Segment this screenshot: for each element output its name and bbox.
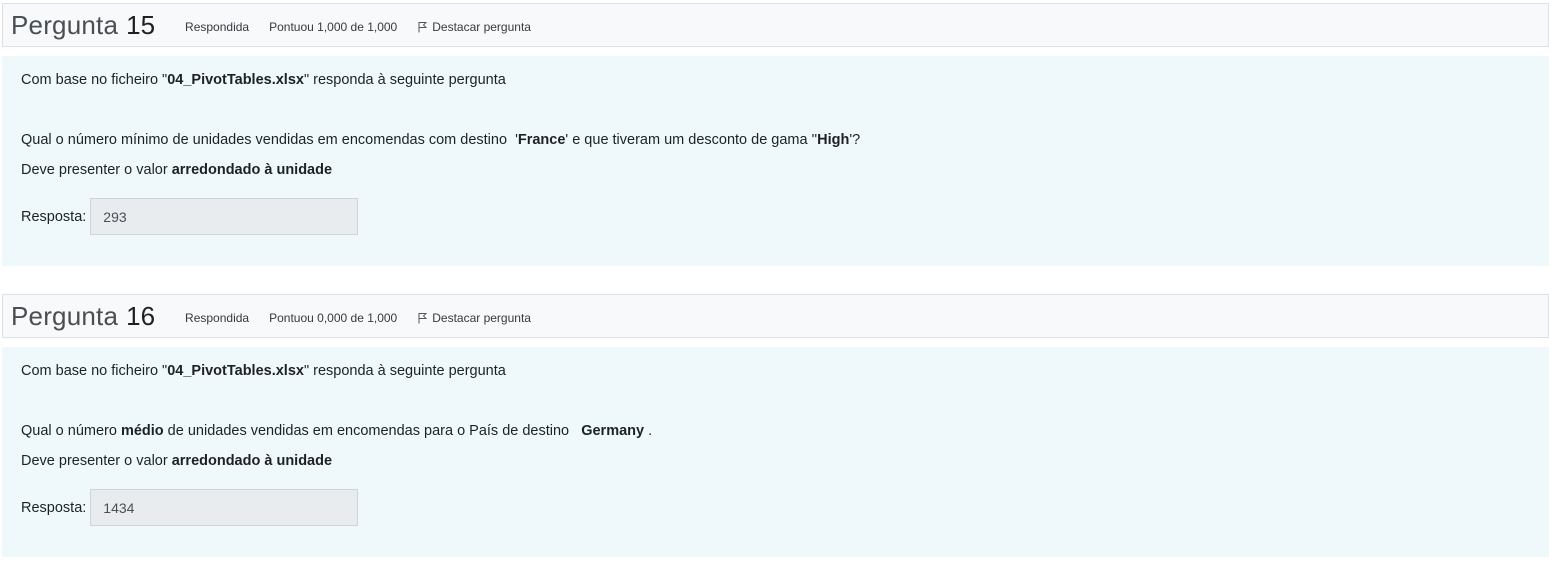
intro-text: Com base no ficheiro "	[21, 72, 168, 88]
rounding-text: Deve presenter o valor	[21, 162, 172, 178]
question-bold-part: France	[517, 132, 566, 148]
intro-text: Com base no ficheiro "	[21, 363, 168, 379]
question-title: Pergunta	[11, 301, 119, 331]
answer-label: Resposta:	[21, 499, 87, 516]
rounding-text: Deve presenter o valor	[21, 453, 172, 469]
question-number: 16	[126, 300, 156, 331]
flag-icon	[418, 22, 428, 33]
question-bold-part: Germany	[581, 423, 645, 439]
intro-text-end: " responda à seguinte pergunta	[303, 363, 506, 379]
flag-question-button[interactable]: Destacar pergunta	[417, 20, 531, 34]
question-15: Pergunta 15 Respondida Pontuou 1,000 de …	[2, 3, 1549, 266]
question-number: 15	[126, 9, 156, 40]
question-content: Com base no ficheiro "04_PivotTables.xls…	[2, 56, 1549, 266]
answer-row: Resposta:	[21, 198, 1530, 235]
question-status: Respondida	[185, 20, 250, 34]
rounding-bold: arredondado à unidade	[171, 453, 333, 469]
answer-row: Resposta:	[21, 489, 1530, 526]
answer-input[interactable]	[90, 198, 359, 235]
intro-text-end: " responda à seguinte pergunta	[303, 72, 506, 88]
question-text-part: Qual o número mínimo de unidades vendida…	[21, 132, 518, 148]
question-text-part: de unidades vendidas em encomendas para …	[163, 423, 582, 439]
answer-input[interactable]	[90, 489, 359, 526]
question-text-part: .	[644, 423, 653, 439]
intro-filename: 04_PivotTables.xlsx	[167, 72, 304, 88]
question-score: Pontuou 0,000 de 1,000	[269, 311, 398, 325]
question-text: Qual o número médio de unidades vendidas…	[21, 421, 1530, 441]
question-text-part: ' e que tiveram um desconto de gama ''	[565, 132, 818, 148]
rounding-instruction: Deve presenter o valor arredondado à uni…	[21, 451, 1530, 471]
question-intro: Com base no ficheiro "04_PivotTables.xls…	[21, 361, 1530, 381]
question-score: Pontuou 1,000 de 1,000	[269, 20, 398, 34]
question-text-part: '?	[849, 132, 861, 148]
question-title: Pergunta	[11, 10, 119, 40]
question-content: Com base no ficheiro "04_PivotTables.xls…	[2, 347, 1549, 557]
answer-label: Resposta:	[21, 208, 87, 225]
question-header: Pergunta 15 Respondida Pontuou 1,000 de …	[2, 3, 1549, 47]
question-16: Pergunta 16 Respondida Pontuou 0,000 de …	[2, 294, 1549, 557]
question-text-part: Qual o número	[21, 423, 121, 439]
question-text: Qual o número mínimo de unidades vendida…	[21, 130, 1530, 150]
question-bold-part: médio	[120, 423, 164, 439]
flag-question-label: Destacar pergunta	[432, 20, 531, 34]
intro-filename: 04_PivotTables.xlsx	[167, 363, 304, 379]
rounding-bold: arredondado à unidade	[171, 162, 333, 178]
question-status: Respondida	[185, 311, 250, 325]
question-bold-part: High	[817, 132, 850, 148]
flag-icon	[418, 313, 428, 324]
question-header: Pergunta 16 Respondida Pontuou 0,000 de …	[2, 294, 1549, 338]
question-intro: Com base no ficheiro "04_PivotTables.xls…	[21, 70, 1530, 90]
flag-question-label: Destacar pergunta	[432, 311, 531, 325]
flag-question-button[interactable]: Destacar pergunta	[417, 311, 531, 325]
rounding-instruction: Deve presenter o valor arredondado à uni…	[21, 160, 1530, 180]
